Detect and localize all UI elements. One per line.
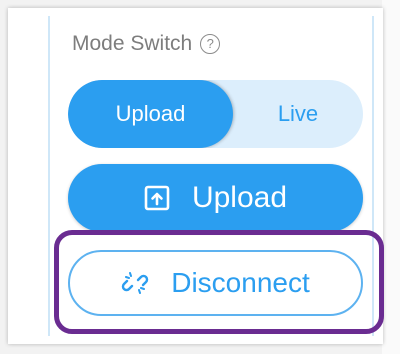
mode-option-upload[interactable]: Upload: [68, 80, 233, 148]
mode-option-live[interactable]: Live: [233, 80, 363, 148]
mode-switch-label: Mode Switch ?: [72, 32, 221, 56]
mode-toggle: Upload Live: [68, 80, 363, 148]
window-edge-right: [382, 0, 400, 354]
upload-box-icon: [144, 185, 170, 211]
upload-button-label: Upload: [191, 181, 288, 214]
highlight-box: [54, 230, 384, 334]
mode-switch-text: Mode Switch: [72, 32, 193, 55]
upload-button[interactable]: Upload: [68, 164, 363, 232]
question-circle-icon[interactable]: ?: [200, 34, 221, 54]
